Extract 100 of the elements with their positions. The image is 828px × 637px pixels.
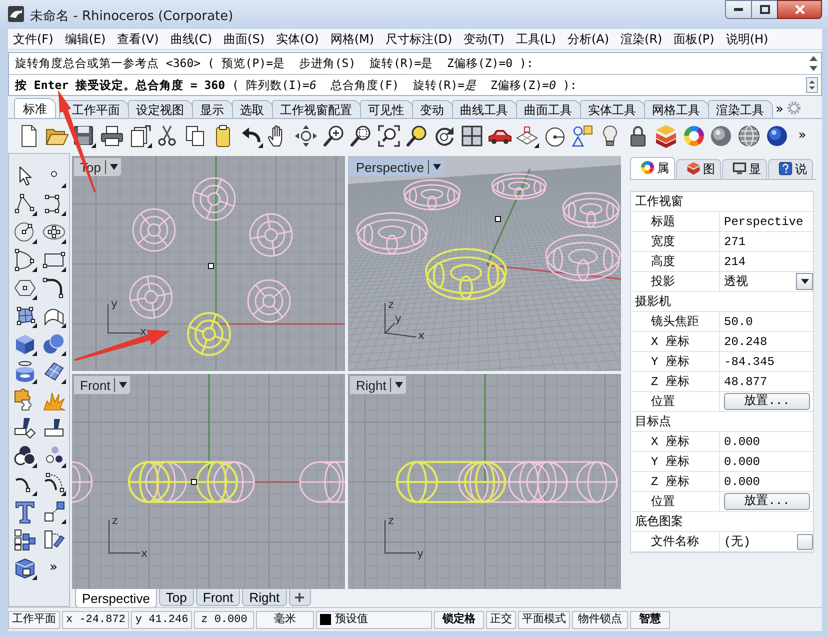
toolbar-tab[interactable]: 网格工具	[644, 100, 708, 118]
toggle-pane[interactable]: 物件锁点	[572, 610, 628, 628]
axis-label: z	[388, 298, 394, 311]
toolbar-tab[interactable]: 标准	[14, 98, 56, 118]
sphere-icon[interactable]	[709, 124, 734, 148]
caret-icon	[800, 279, 808, 284]
printer-icon[interactable]	[100, 124, 124, 148]
menu-item[interactable]: 查看(V)	[112, 29, 164, 49]
overflow-button[interactable]: »	[796, 128, 808, 144]
toolbar-tab[interactable]: 可见性	[360, 100, 412, 118]
menu-item[interactable]: 网格(M)	[325, 29, 380, 49]
toolbar-tab[interactable]: 选取	[232, 100, 272, 118]
browse-button[interactable]	[797, 534, 813, 550]
four-arrows-icon[interactable]	[294, 124, 318, 148]
close-button[interactable]	[777, 0, 822, 19]
status-pane[interactable]: 工作平面	[8, 610, 60, 628]
grid-points-icon[interactable]	[515, 124, 540, 148]
three-circles-icon[interactable]	[12, 444, 36, 468]
overflow-button[interactable]: »	[42, 556, 66, 580]
panel-tab[interactable]: 图	[676, 159, 721, 179]
menu-item[interactable]: 编辑(E)	[60, 29, 111, 49]
menu-item[interactable]: 曲线(C)	[165, 29, 218, 49]
layer-pane[interactable]: 预设值	[316, 610, 432, 628]
status-pane[interactable]: 毫米	[256, 610, 314, 628]
toolbar-tab[interactable]: 渲染工具	[708, 100, 772, 118]
text-icon[interactable]	[12, 500, 36, 524]
viewport-tab[interactable]: Perspective	[75, 589, 157, 608]
toolbar-tab[interactable]: 设定视图	[128, 100, 192, 118]
torus-wireframe	[192, 177, 236, 221]
fillet-curve-icon[interactable]	[42, 276, 66, 300]
minimize-button[interactable]	[725, 0, 752, 19]
mesh-patch-icon[interactable]	[42, 360, 66, 384]
viewport-tab[interactable]: Front	[196, 589, 240, 606]
magnifier-icon[interactable]	[404, 124, 429, 148]
menu-item[interactable]: 工具(L)	[510, 29, 561, 49]
menu-item[interactable]: 分析(A)	[562, 29, 614, 49]
dropdown-button[interactable]	[796, 273, 813, 290]
toolbar-tab[interactable]: 曲面工具	[516, 100, 580, 118]
plus-icon	[294, 592, 306, 602]
add-tab-button[interactable]	[288, 589, 311, 606]
property-value: 214	[724, 254, 746, 268]
polyline-icon[interactable]	[12, 192, 36, 216]
toggle-pane[interactable]: 正交	[486, 610, 516, 628]
overflow-button[interactable]: »	[774, 102, 786, 118]
menu-item[interactable]: 实体(O)	[271, 29, 324, 49]
stacked-layers-icon[interactable]	[654, 124, 678, 148]
axis-label: x	[141, 547, 148, 560]
panel-tab[interactable]: 说	[768, 159, 813, 179]
glossy-sphere-icon[interactable]	[764, 124, 789, 148]
toggle-pane[interactable]: 锁定格	[434, 610, 484, 628]
block-icon[interactable]	[12, 556, 36, 580]
menu-item[interactable]: 说明(H)	[720, 29, 774, 49]
color-wheel-icon	[640, 160, 655, 174]
circle-icon[interactable]	[12, 220, 36, 244]
color-wheel-icon[interactable]	[682, 124, 706, 148]
axis-label: x	[140, 325, 147, 338]
menu-item[interactable]: 尺寸标注(D)	[380, 29, 458, 49]
status-pane: x -24.872	[62, 610, 130, 628]
viewport-tab[interactable]: Right	[242, 589, 287, 606]
toolbar-tab[interactable]: 实体工具	[580, 100, 644, 118]
toggle-pane[interactable]: 智慧	[630, 610, 670, 628]
shapes-icon[interactable]	[570, 124, 595, 148]
stacked-layers-icon	[686, 160, 701, 176]
torus-wireframe	[356, 212, 428, 255]
viewport-title-button[interactable]: Right	[350, 376, 406, 394]
split-block-icon[interactable]	[12, 416, 36, 440]
command-line-field[interactable]: 按 Enter 接受设定。总合角度 = 360 ( 阵列数(I)=6 总合角度(F) 旋转(R)=是 Z偏移(Z)=0 ):	[9, 75, 821, 95]
menu-item[interactable]: 变动(T)	[458, 29, 510, 49]
spinner-icon[interactable]	[806, 77, 818, 93]
maximize-button[interactable]	[751, 0, 778, 19]
menu-item[interactable]: 文件(F)	[8, 29, 58, 49]
arc-icon[interactable]	[12, 248, 36, 272]
menu-item[interactable]: 曲面(S)	[218, 29, 270, 49]
place-button[interactable]: 放置...	[724, 493, 810, 510]
viewport-title-button[interactable]: Perspective	[350, 158, 444, 176]
menu-item[interactable]: 渲染(R)	[616, 29, 668, 49]
place-button[interactable]: 放置...	[724, 393, 810, 410]
toolbar-tab[interactable]: 变动	[412, 100, 452, 118]
toolbar-tab[interactable]: 显示	[192, 100, 232, 118]
menu-item[interactable]: 面板(P)	[668, 29, 720, 49]
viewport-title-button[interactable]: Front	[74, 376, 130, 394]
zoom-extents-icon[interactable]	[376, 124, 401, 148]
panel-tab[interactable]: 属	[630, 157, 675, 179]
scale-icon[interactable]	[42, 500, 66, 524]
grid-sphere-icon[interactable]	[736, 124, 761, 148]
toolbar-tab[interactable]: 工作视窗配置	[272, 100, 360, 118]
zoom-in-icon[interactable]	[322, 124, 346, 148]
spheres-icon[interactable]	[42, 332, 66, 356]
status-pane: y 41.246	[131, 610, 192, 628]
torus-wireframe	[129, 275, 173, 319]
scroll-arrows-icon[interactable]	[809, 55, 818, 72]
offset-curve-icon[interactable]	[42, 472, 66, 496]
toggle-pane[interactable]: 平面模式	[518, 610, 570, 628]
four-viewports-icon[interactable]	[460, 124, 484, 148]
toolbar-tab[interactable]: 曲线工具	[452, 100, 516, 118]
viewport-tab[interactable]: Top	[158, 589, 194, 606]
panel-tab[interactable]: 显	[722, 159, 767, 179]
zoom-window-icon[interactable]	[349, 124, 374, 148]
array-squares-icon[interactable]	[12, 528, 36, 552]
property-label: 投影	[651, 274, 675, 290]
